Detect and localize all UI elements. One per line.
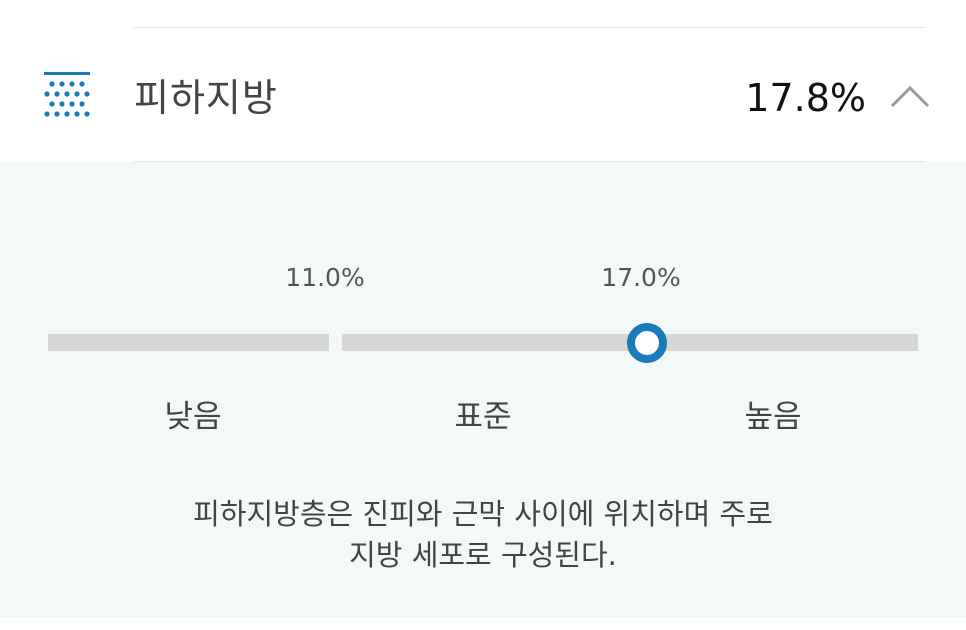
chevron-up-icon[interactable]: [888, 78, 932, 118]
gauge-marker: [627, 323, 667, 363]
fat-value: 17.8%: [745, 76, 866, 120]
description-line-1: 피하지방층은 진피와 근막 사이에 위치하며 주로: [193, 497, 773, 531]
level-low: 낮음: [164, 399, 222, 435]
description: 피하지방층은 진피와 근막 사이에 위치하며 주로 지방 세포로 구성된다.: [0, 494, 966, 576]
bottom-spacer: [0, 617, 966, 630]
subcutaneous-fat-icon: [44, 72, 90, 117]
gauge-segment-low: [48, 334, 329, 351]
level-standard: 표준: [454, 399, 512, 435]
threshold-low: 11.0%: [285, 263, 365, 292]
description-line-2: 지방 세포로 구성된다.: [349, 538, 617, 572]
section-title: 피하지방: [134, 76, 278, 120]
threshold-high: 17.0%: [601, 263, 681, 292]
level-high: 높음: [744, 399, 802, 435]
